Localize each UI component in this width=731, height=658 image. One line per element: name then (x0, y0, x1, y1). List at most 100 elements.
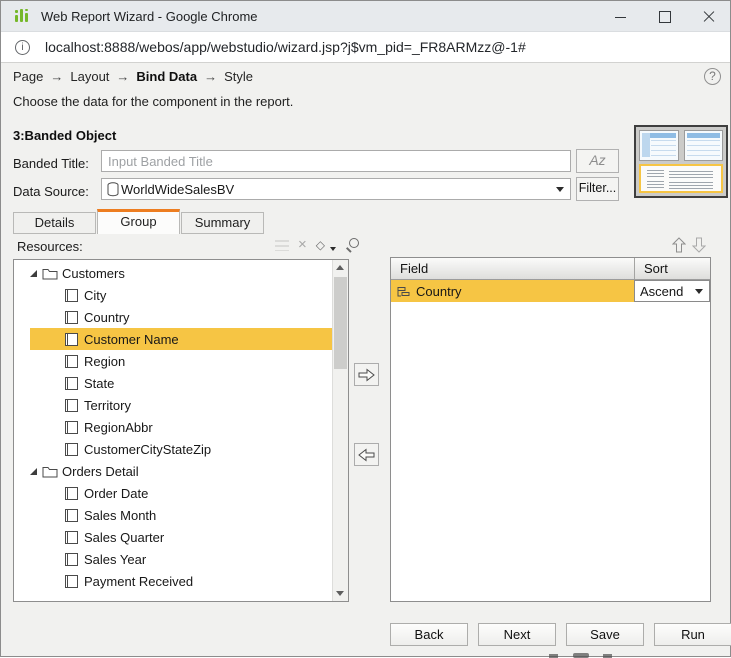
database-icon (107, 181, 119, 197)
swap-icon[interactable] (316, 238, 325, 252)
field-icon (65, 508, 78, 522)
layout-option-table[interactable] (683, 130, 723, 161)
tree-item-label: Customers (62, 265, 125, 281)
layout-option-banded-object-selected[interactable] (639, 164, 723, 193)
layout-option-table-with-row-header[interactable] (639, 130, 679, 161)
tree-field[interactable]: Country (30, 306, 332, 328)
tree-folder[interactable]: Customers (30, 262, 332, 284)
folder-icon (42, 464, 58, 478)
run-button[interactable]: Run (654, 623, 731, 646)
sort-order-value: Ascend (640, 283, 684, 299)
tree-item-label: CustomerCityStateZip (84, 441, 212, 457)
tree-item-label: Payment Received (84, 573, 194, 589)
tab-summary[interactable]: Summary (181, 212, 264, 234)
field-icon (65, 288, 78, 302)
app-icon (14, 8, 30, 24)
tree-field[interactable]: Sales Quarter (30, 526, 332, 548)
group-fields-panel: Field Sort Country Ascend (390, 257, 711, 602)
filter-button[interactable]: Filter... (576, 177, 619, 201)
expand-collapse-icon[interactable] (30, 467, 37, 475)
scroll-up-icon[interactable] (333, 260, 348, 276)
minimize-button[interactable] (598, 1, 642, 32)
tree-item-label: State (84, 375, 115, 391)
tree-field[interactable]: CustomerCityStateZip (30, 438, 332, 460)
remove-field-button[interactable] (354, 443, 379, 466)
field-icon (65, 398, 78, 412)
field-icon (65, 332, 78, 346)
breadcrumb-arrow-icon: → (50, 69, 64, 84)
url-text[interactable]: localhost:8888/webos/app/webstudio/wizar… (45, 39, 526, 55)
data-source-label: Data Source: (13, 184, 89, 199)
breadcrumb-step[interactable]: Bind Data (136, 69, 197, 84)
tree-field[interactable]: City (30, 284, 332, 306)
resources-toolbar (275, 236, 360, 254)
tree-item-label: Sales Year (84, 551, 147, 567)
group-field-icon (396, 285, 411, 298)
tab-group[interactable]: Group (97, 209, 180, 234)
breadcrumb-step[interactable]: Style (224, 69, 253, 84)
breadcrumb-arrow-icon: → (116, 69, 130, 84)
tree-field[interactable]: Sales Month (30, 504, 332, 526)
background-artifact (603, 654, 612, 658)
tree-field[interactable]: RegionAbbr (30, 416, 332, 438)
search-icon[interactable] (345, 237, 360, 253)
tree-field[interactable]: Sales Year (30, 548, 332, 570)
background-artifact (573, 653, 589, 658)
address-bar[interactable]: localhost:8888/webos/app/webstudio/wizar… (1, 32, 730, 63)
sort-order-select[interactable]: Ascend (634, 280, 710, 302)
field-icon (65, 574, 78, 588)
folder-icon (42, 266, 58, 280)
tree-item-label: Territory (84, 397, 131, 413)
data-source-value: WorldWideSalesBV (121, 181, 235, 197)
group-table-header: Field Sort (391, 258, 710, 280)
scroll-down-icon[interactable] (333, 585, 348, 601)
move-down-button[interactable] (691, 237, 707, 258)
window-title: Web Report Wizard - Google Chrome (41, 9, 258, 24)
group-table-row[interactable]: Country Ascend (391, 280, 710, 302)
help-button[interactable] (704, 68, 721, 85)
tree-scrollbar[interactable] (332, 260, 348, 601)
tree-field[interactable]: State (30, 372, 332, 394)
field-icon (65, 420, 78, 434)
tree-item-label: City (84, 287, 107, 303)
data-source-select[interactable]: WorldWideSalesBV (101, 178, 571, 200)
breadcrumb: Page → Layout → Bind Data → Style (13, 69, 253, 84)
tree-field[interactable]: Territory (30, 394, 332, 416)
field-name: Country (416, 283, 462, 299)
layout-thumbnail-panel (634, 125, 728, 198)
dropdown-arrow-icon[interactable] (550, 186, 570, 192)
arrow-right-icon (358, 367, 375, 382)
maximize-button[interactable] (642, 1, 686, 32)
field-cell[interactable]: Country (391, 280, 634, 302)
delete-icon[interactable] (298, 238, 307, 252)
breadcrumb-arrow-icon: → (204, 69, 218, 84)
font-style-button[interactable]: Az (576, 149, 619, 173)
page-info-icon[interactable] (15, 40, 30, 55)
resource-tree-panel: Customers City Country Customer Name Region S… (13, 259, 349, 602)
banded-title-label: Banded Title: (13, 156, 89, 171)
next-button[interactable]: Next (478, 623, 556, 646)
tab-details[interactable]: Details (13, 212, 96, 234)
back-button[interactable]: Back (390, 623, 468, 646)
tree-item-label: Sales Month (84, 507, 157, 523)
close-button[interactable] (686, 1, 730, 32)
tree-folder[interactable]: Orders Detail (30, 460, 332, 482)
banded-title-input[interactable] (101, 150, 571, 172)
wizard-description: Choose the data for the component in the… (13, 94, 294, 109)
move-up-button[interactable] (671, 237, 687, 258)
swap-caret-icon (330, 247, 336, 251)
save-button[interactable]: Save (566, 623, 644, 646)
field-icon (65, 442, 78, 456)
breadcrumb-step[interactable]: Layout (70, 69, 109, 84)
tree-field[interactable]: Payment Received (30, 570, 332, 592)
breadcrumb-step[interactable]: Page (13, 69, 43, 84)
tree-field[interactable]: Region (30, 350, 332, 372)
footer-buttons: Back Next Save Run (390, 623, 731, 646)
resource-tree: Customers City Country Customer Name Region S… (14, 260, 332, 601)
scrollbar-thumb[interactable] (334, 277, 347, 369)
field-icon (65, 310, 78, 324)
add-field-button[interactable] (354, 363, 379, 386)
expand-collapse-icon[interactable] (30, 269, 37, 277)
tree-field[interactable]: Customer Name (30, 328, 332, 350)
tree-field[interactable]: Order Date (30, 482, 332, 504)
